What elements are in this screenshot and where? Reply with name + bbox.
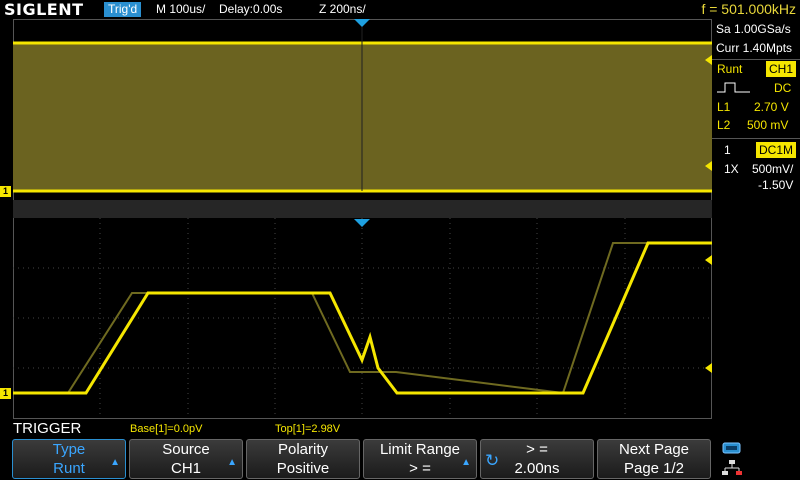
trigger-position-marker-zoom[interactable] [354,219,370,227]
memory-depth: Curr 1.40Mpts [716,41,793,55]
softkey-polarity[interactable]: Polarity Positive [246,439,360,479]
waveform-traces [13,19,712,418]
level-l1-label: L1 [717,100,731,114]
storage-icon[interactable] [722,442,742,454]
menu-title: TRIGGER [13,420,82,437]
lower-grid [13,218,712,418]
expand-arrow-icon: ▲ [227,457,237,468]
softkey-source[interactable]: Source CH1 ▲ [129,439,243,479]
channel-coupling-badge[interactable]: DC1M [756,142,797,158]
level-l2-label: L2 [717,118,731,132]
trigger-level-l1-zoom-marker[interactable] [705,255,712,265]
level-l1-value: 2.70 V [754,100,789,114]
trigger-source-badge[interactable]: CH1 [766,61,797,77]
trigger-coupling: DC [774,81,792,95]
trigger-level-l2-zoom-marker[interactable] [705,363,712,373]
softkey-label: Type [52,441,86,458]
softkey-value: > = [409,460,431,477]
runt-pulse-icon [717,82,750,93]
sample-rate: Sa 1.00GSa/s [716,22,791,36]
softkey-value: CH1 [170,460,201,477]
top-measurement: Top[1]=2.98V [275,423,341,435]
ch1-offset-marker-zoom[interactable]: 1 [0,388,11,399]
softkey-limit-range[interactable]: Limit Range > = ▲ [363,439,477,479]
level-l2-value: 500 mV [747,118,789,132]
ch1-offset-marker[interactable]: 1 [0,186,11,197]
measurement-row [0,419,712,437]
network-icon[interactable] [722,459,742,477]
volts-per-div: 500mV/ [752,162,794,176]
softkey-next-page[interactable]: Next Page Page 1/2 [597,439,711,479]
divider [712,59,800,60]
softkey-label: Polarity [277,441,329,458]
base-measurement: Base[1]=0.0pV [130,423,203,435]
expand-arrow-icon: ▲ [461,457,471,468]
channel-number: 1 [724,143,731,157]
softkey-bar: Type Runt ▲ Source CH1 ▲ Polarity Positi… [0,437,800,480]
divider [712,138,800,139]
softkey-width-threshold[interactable]: ↻ > = 2.00ns [480,439,594,479]
softkey-label: Next Page [618,441,690,458]
trigger-position-marker-overview[interactable] [354,19,370,27]
softkey-label: Limit Range [379,441,461,458]
window-separator [13,200,712,218]
softkey-value: Page 1/2 [623,460,685,477]
softkey-type[interactable]: Type Runt ▲ [12,439,126,479]
probe-attenuation: 1X [724,162,739,176]
side-info-panel: Sa 1.00GSa/s Curr 1.40Mpts Runt CH1 DC L… [712,19,800,439]
adjust-knob-icon: ↻ [485,451,500,470]
softkey-label: Source [162,441,210,458]
softkey-value: Positive [276,460,330,477]
trigger-type-label: Runt [717,62,743,76]
expand-arrow-icon: ▲ [110,457,120,468]
softkey-value: Runt [53,460,85,477]
channel-offset: -1.50V [758,178,794,192]
